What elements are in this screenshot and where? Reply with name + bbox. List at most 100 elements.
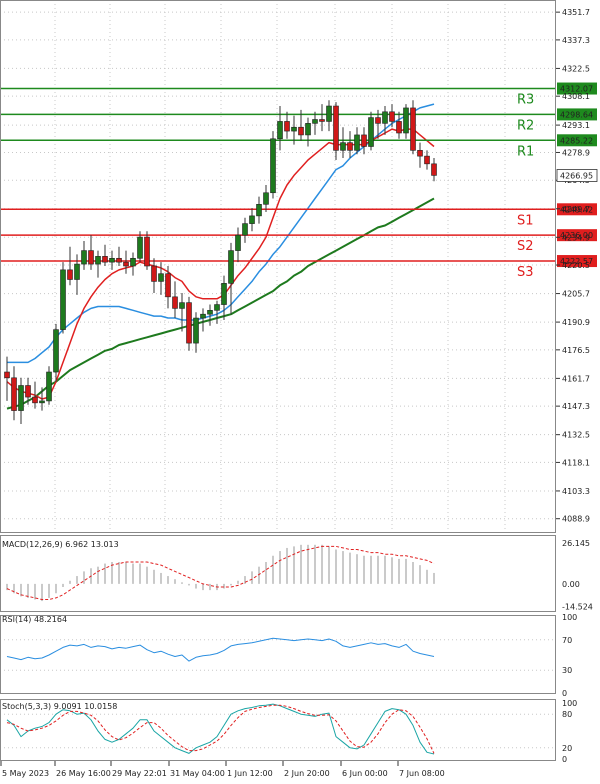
rsi-title: RSI(14) 48.2164: [2, 615, 67, 624]
stoch-tick-label: 20: [562, 744, 572, 753]
time-label: 26 May 16:00: [56, 769, 111, 778]
candle-body: [186, 302, 192, 344]
level-name-r2: R2: [517, 118, 534, 133]
rsi-tick-label: 30: [562, 666, 572, 675]
candle-body: [312, 119, 318, 124]
candle-body: [424, 155, 430, 165]
candle: [60, 262, 66, 334]
time-label: 31 May 04:00: [170, 769, 225, 778]
macd-tick-label: 26.145: [562, 539, 590, 548]
macd-tick-label: 0.00: [562, 580, 580, 589]
price-tick-label: 4322.5: [562, 64, 590, 73]
candle-body: [39, 400, 45, 404]
candle-body: [116, 257, 122, 263]
candle-body: [46, 371, 52, 402]
candle-body: [207, 310, 213, 315]
candle-body: [144, 236, 150, 267]
price-tick-label: 4103.3: [562, 487, 590, 496]
candle-body: [88, 250, 94, 265]
rsi-tick-label: 100: [562, 613, 577, 622]
candle-body: [60, 269, 66, 330]
price-tick-label: 4278.9: [562, 148, 590, 157]
candle-body: [25, 385, 31, 398]
macd-series: 26.145 0.00 -14.524: [6, 539, 593, 612]
candle-body: [151, 265, 157, 282]
candle-body: [18, 385, 24, 411]
trading-chart: R34312.07R24298.64R14285.22S14249.42S242…: [0, 0, 598, 778]
candle-body: [179, 302, 185, 309]
candle-body: [340, 142, 346, 151]
rsi-line: [6, 637, 435, 662]
candle-body: [81, 250, 87, 265]
candle-body: [53, 329, 59, 373]
candle-body: [277, 121, 283, 140]
candle-body: [305, 123, 311, 136]
stoch-panel: 100 80 20 0 Stoch(5,3,3) 9.0091 10.0158: [0, 699, 577, 764]
level-name-s1: S1: [517, 213, 534, 228]
candle-body: [137, 236, 143, 259]
time-label: 6 Jun 00:00: [342, 769, 388, 778]
candle-body: [249, 215, 255, 224]
stoch-d-line: [6, 704, 435, 754]
candle-body: [11, 377, 17, 411]
candle-body: [270, 138, 276, 194]
price-tick-label: 4176.5: [562, 346, 590, 355]
current-price-label: 4266.95: [560, 172, 593, 181]
price-tick-label: 4308.1: [562, 92, 590, 101]
price-tick-label: 4132.5: [562, 431, 590, 440]
candle-body: [382, 111, 388, 124]
time-label: 29 May 22:01: [112, 769, 167, 778]
candle-body: [235, 234, 241, 251]
price-tick-label: 4205.7: [562, 290, 590, 299]
candle-body: [417, 150, 423, 157]
price-tick-label: 4161.7: [562, 374, 590, 383]
level-name-r3: R3: [517, 93, 534, 108]
macd-panel: 26.145 0.00 -14.524 MACD(12,26,9) 6.962 13…: [2, 539, 593, 612]
candle-body: [102, 256, 108, 263]
rsi-panel-frame: [0, 615, 556, 694]
candle: [368, 111, 374, 151]
price-tick-label: 4249.7: [562, 205, 590, 214]
candle-body: [256, 204, 262, 217]
candle-body: [200, 313, 206, 319]
price-tick-label: 4088.9: [562, 515, 590, 524]
stoch-tick-label: 100: [562, 699, 577, 708]
candle: [270, 131, 276, 199]
time-label: 1 Jun 12:00: [227, 769, 273, 778]
price-tick-label: 4190.9: [562, 318, 590, 327]
stoch-tick-label: 0: [562, 755, 567, 764]
candle-body: [221, 283, 227, 305]
candle-body: [298, 126, 304, 136]
candle-body: [4, 371, 10, 379]
candle-body: [431, 163, 437, 176]
level-value-r2: 4298.64: [560, 110, 593, 119]
main-panel-bg: [0, 0, 556, 532]
macd-signal-line: [6, 545, 435, 600]
candle-body: [158, 273, 164, 282]
candle: [186, 296, 192, 351]
rsi-series: 100 70 30 0: [0, 613, 577, 698]
candle-body: [165, 273, 171, 298]
level-name-s3: S3: [517, 265, 534, 280]
candle-body: [263, 192, 269, 205]
candle-body: [214, 304, 220, 311]
price-tick-label: 4351.7: [562, 8, 590, 17]
price-tick-label: 4147.3: [562, 402, 590, 411]
candle-body: [361, 134, 367, 147]
stoch-tick-label: 80: [562, 710, 572, 719]
level-name-s2: S2: [517, 239, 534, 254]
candle-body: [389, 111, 395, 122]
candle-body: [291, 126, 297, 132]
candle-body: [109, 257, 115, 263]
level-value-r1: 4285.22: [560, 136, 593, 145]
candle-body: [375, 117, 381, 124]
time-axis: 5 May 2023 26 May 16:00 29 May 22:01 31 May…: [0, 761, 445, 778]
price-tick-label: 4118.1: [562, 458, 590, 467]
macd-title: MACD(12,26,9) 6.962 13.013: [2, 540, 119, 549]
candle-body: [74, 263, 80, 280]
candle-body: [347, 142, 353, 151]
candle-body: [228, 250, 234, 284]
time-label: 5 May 2023: [2, 769, 49, 778]
candle-body: [333, 105, 339, 151]
candle-body: [368, 117, 374, 147]
